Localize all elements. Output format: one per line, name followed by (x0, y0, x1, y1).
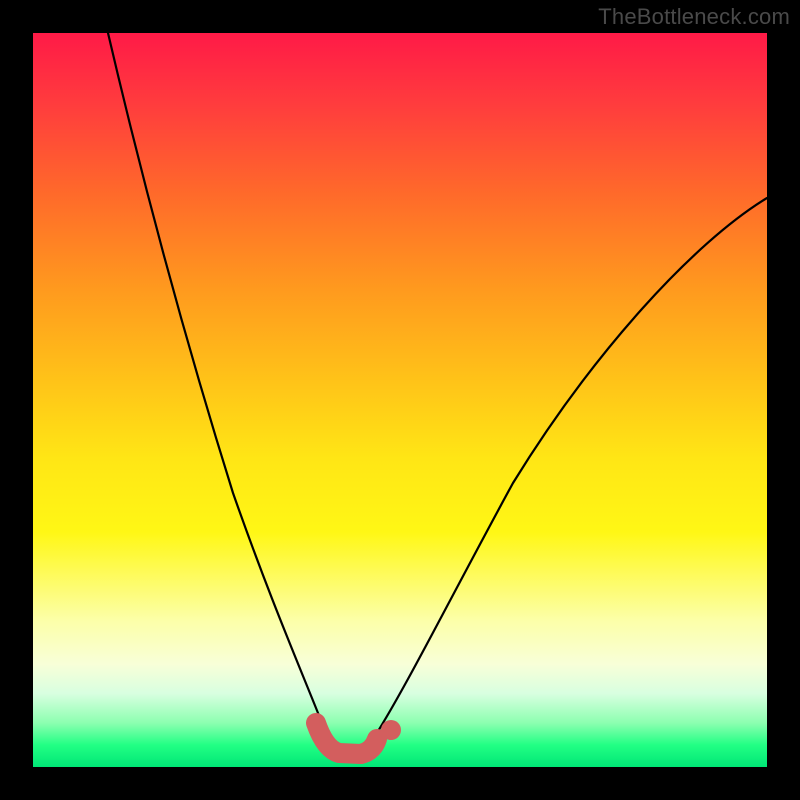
watermark-text: TheBottleneck.com (598, 4, 790, 30)
curve-svg (33, 33, 767, 767)
chart-frame: TheBottleneck.com (0, 0, 800, 800)
plot-area (33, 33, 767, 767)
curve-left-branch (108, 33, 326, 733)
curve-right-branch (373, 198, 767, 739)
valley-floor (316, 723, 377, 754)
valley-end-dot (381, 720, 401, 740)
